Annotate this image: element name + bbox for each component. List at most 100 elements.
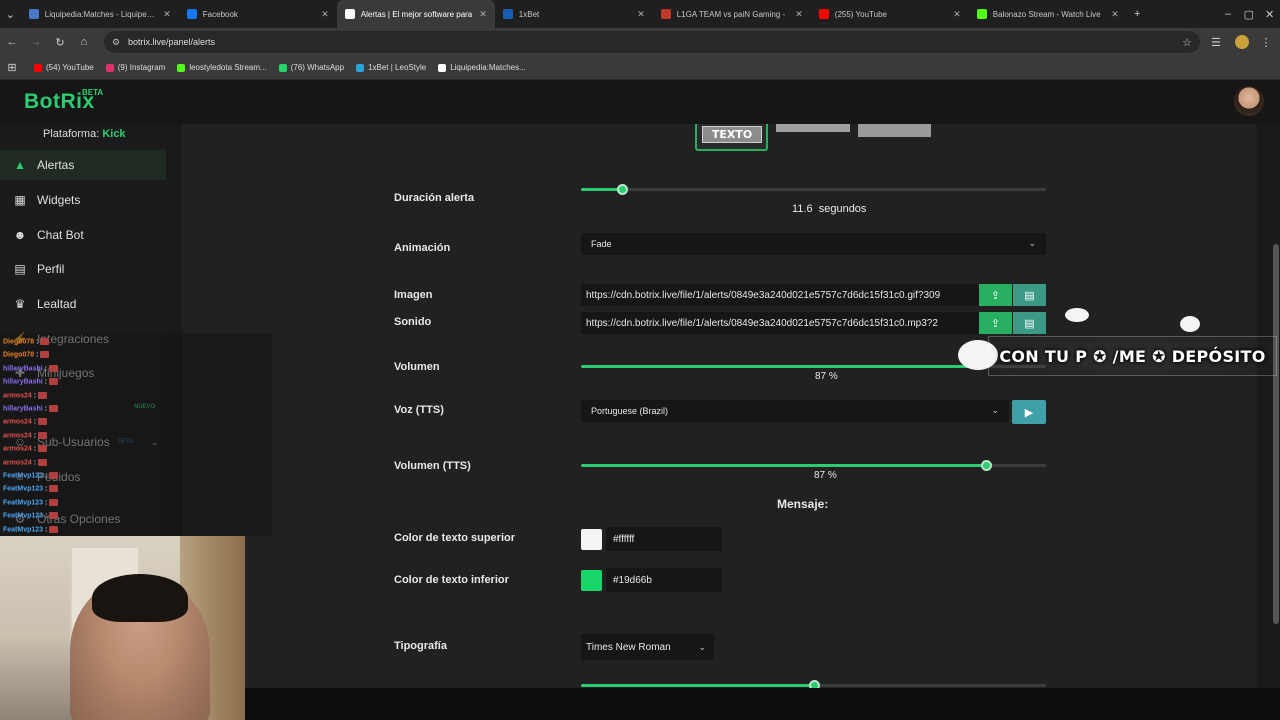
bookmark-item[interactable]: 1xBet | LeoStyle bbox=[356, 63, 426, 72]
voz-select[interactable]: Portuguese (Brazil) ⌄ bbox=[581, 400, 1009, 422]
browser-tab[interactable]: 1xBet ✕ bbox=[495, 0, 653, 28]
tipografia-select[interactable]: Times New Roman ⌄ bbox=[581, 634, 714, 660]
close-window-icon[interactable]: ✕ bbox=[1259, 8, 1280, 21]
sonido-gallery-button[interactable]: ▤ bbox=[1013, 312, 1046, 334]
tab-favicon-icon bbox=[28, 9, 39, 19]
preview-tab-2[interactable] bbox=[776, 124, 850, 132]
bookmark-star-icon[interactable]: ☆ bbox=[1182, 36, 1192, 49]
chat-emote-icon bbox=[49, 485, 59, 493]
chat-emote-icon bbox=[38, 445, 48, 453]
browser-tab[interactable]: Balonazo Stream - Watch Live ✕ bbox=[969, 0, 1127, 28]
close-tab-icon[interactable]: ✕ bbox=[163, 9, 171, 20]
scrollbar-thumb[interactable] bbox=[1273, 244, 1279, 624]
sonido-upload-button[interactable]: ⇪ bbox=[979, 312, 1012, 334]
play-icon: ▶ bbox=[1024, 406, 1034, 419]
bookmark-item[interactable]: (54) YouTube bbox=[34, 63, 94, 72]
maximize-icon[interactable]: ▢ bbox=[1238, 8, 1259, 21]
reload-icon[interactable]: ↻ bbox=[48, 36, 72, 49]
tab-search-icon[interactable]: ⌄ bbox=[0, 8, 21, 21]
bookmark-favicon-icon bbox=[438, 63, 447, 72]
bookmark-item[interactable]: leostyledota Stream... bbox=[177, 63, 267, 72]
sidebar-item-lealtad[interactable]: ♛ Lealtad bbox=[0, 289, 166, 319]
color-inferior-swatch[interactable] bbox=[581, 570, 602, 591]
profile-icon[interactable] bbox=[1235, 35, 1249, 49]
chat-emote-icon bbox=[48, 405, 58, 412]
duracion-slider-knob[interactable] bbox=[616, 184, 628, 195]
color-superior-input[interactable]: #ffffff bbox=[606, 527, 722, 551]
browser-tab[interactable]: L1GA TEAM vs paiN Gaming - ✕ bbox=[653, 0, 811, 28]
close-tab-icon[interactable]: ✕ bbox=[1111, 9, 1119, 20]
forward-icon[interactable]: → bbox=[24, 36, 48, 48]
sidebar-item-widgets[interactable]: ▦ Widgets bbox=[0, 185, 166, 215]
partial-slider-fill bbox=[581, 684, 814, 687]
chat-separator: : bbox=[31, 458, 37, 466]
imagen-url-text: https://cdn.botrix.live/file/1/alerts/08… bbox=[586, 289, 941, 301]
preview-tab-3[interactable] bbox=[858, 124, 931, 137]
chat-message: FeatMvp123 : bbox=[3, 525, 59, 533]
sidebar-item-chat-bot[interactable]: ☻ Chat Bot bbox=[0, 220, 166, 250]
stream-alert-banner: CON TU P ✪ /ME ✪ DEPÓSITO bbox=[988, 336, 1277, 376]
tipografia-value: Times New Roman bbox=[586, 641, 671, 653]
close-tab-icon[interactable]: ✕ bbox=[321, 9, 329, 20]
mensaje-heading: Mensaje: bbox=[777, 497, 829, 511]
tab-favicon-icon bbox=[502, 9, 513, 19]
sidebar-item-alertas[interactable]: ▲ Alertas bbox=[0, 150, 166, 180]
close-tab-icon[interactable]: ✕ bbox=[479, 9, 487, 20]
scrollbar[interactable] bbox=[1272, 124, 1280, 688]
chat-username: armos24 bbox=[3, 391, 32, 399]
home-icon[interactable]: ⌂ bbox=[72, 36, 96, 48]
volumen-tts-slider-knob[interactable] bbox=[980, 460, 992, 471]
chat-username: hillaryBashi bbox=[3, 378, 43, 386]
chat-username: hillaryBashi bbox=[3, 405, 43, 413]
chat-username: armos24 bbox=[3, 418, 32, 426]
menu-icon[interactable]: ⋮ bbox=[1254, 36, 1278, 49]
chat-emote-icon bbox=[38, 418, 48, 426]
tts-play-button[interactable]: ▶ bbox=[1012, 400, 1046, 424]
chat-emote-icon bbox=[40, 338, 50, 345]
sonido-url-input[interactable]: https://cdn.botrix.live/file/1/alerts/08… bbox=[581, 312, 979, 334]
browser-tab[interactable]: Alertas | El mejor software para ✕ bbox=[336, 0, 495, 28]
color-superior-swatch[interactable] bbox=[581, 529, 602, 550]
duracion-slider[interactable] bbox=[581, 184, 1046, 195]
sidebar-item-label: Chat Bot bbox=[37, 228, 84, 242]
close-tab-icon[interactable]: ✕ bbox=[637, 9, 645, 20]
chat-username: FeatMvp123 bbox=[3, 499, 44, 507]
close-tab-icon[interactable]: ✕ bbox=[953, 9, 961, 20]
imagen-url-input[interactable]: https://cdn.botrix.live/file/1/alerts/08… bbox=[581, 284, 979, 306]
reading-list-icon[interactable]: ☰ bbox=[1204, 36, 1228, 49]
stream-chat-overlay: Diego078 : Diego078 : hillaryBashi : hillar… bbox=[0, 333, 272, 536]
color-inferior-input[interactable]: #19d66b bbox=[606, 568, 722, 592]
chat-message: armos24 : bbox=[3, 418, 48, 426]
new-tab-icon[interactable]: + bbox=[1127, 8, 1148, 20]
bookmark-item[interactable]: (9) Instagram bbox=[105, 63, 165, 72]
url-field[interactable]: ⚙ botrix.live/panel/alerts ☆ bbox=[104, 31, 1200, 53]
banner-splash-2 bbox=[1065, 308, 1089, 322]
texto-preview: TEXTO bbox=[702, 126, 762, 143]
browser-tab[interactable]: (255) YouTube ✕ bbox=[811, 0, 969, 28]
site-info-icon[interactable]: ⚙ bbox=[112, 37, 120, 48]
apps-icon[interactable]: ⊞ bbox=[0, 61, 24, 74]
volumen-tts-slider-fill bbox=[581, 464, 986, 467]
partial-slider[interactable] bbox=[581, 680, 1046, 691]
volumen-tts-slider[interactable] bbox=[581, 460, 1046, 471]
bookmark-item[interactable]: Liquipedia:Matches... bbox=[438, 63, 526, 72]
minimize-icon[interactable]: – bbox=[1218, 8, 1239, 20]
bookmark-item[interactable]: (76) WhatsApp bbox=[278, 63, 344, 72]
chat-separator: : bbox=[31, 418, 37, 426]
imagen-gallery-button[interactable]: ▤ bbox=[1013, 284, 1046, 306]
user-avatar[interactable] bbox=[1234, 86, 1264, 116]
animacion-select[interactable]: Fade ⌄ bbox=[581, 233, 1046, 255]
sidebar-item-perfil[interactable]: ▤ Perfil bbox=[0, 254, 166, 284]
close-tab-icon[interactable]: ✕ bbox=[795, 9, 803, 20]
gallery-icon: ▤ bbox=[1024, 317, 1035, 330]
banner-splash-3 bbox=[1180, 316, 1200, 332]
back-icon[interactable]: ← bbox=[0, 36, 24, 48]
chat-separator: : bbox=[42, 405, 47, 413]
imagen-upload-button[interactable]: ⇪ bbox=[979, 284, 1012, 306]
chat-emote-icon bbox=[49, 472, 59, 479]
tab-favicon-icon bbox=[976, 9, 987, 19]
browser-tab-bar: ⌄ Liquipedia:Matches - Liquipedia ✕ Facebo… bbox=[0, 0, 1280, 28]
chat-username: FeatMvp123 bbox=[3, 525, 44, 533]
browser-tab[interactable]: Facebook ✕ bbox=[179, 0, 337, 28]
browser-tab[interactable]: Liquipedia:Matches - Liquipedia ✕ bbox=[21, 0, 179, 28]
